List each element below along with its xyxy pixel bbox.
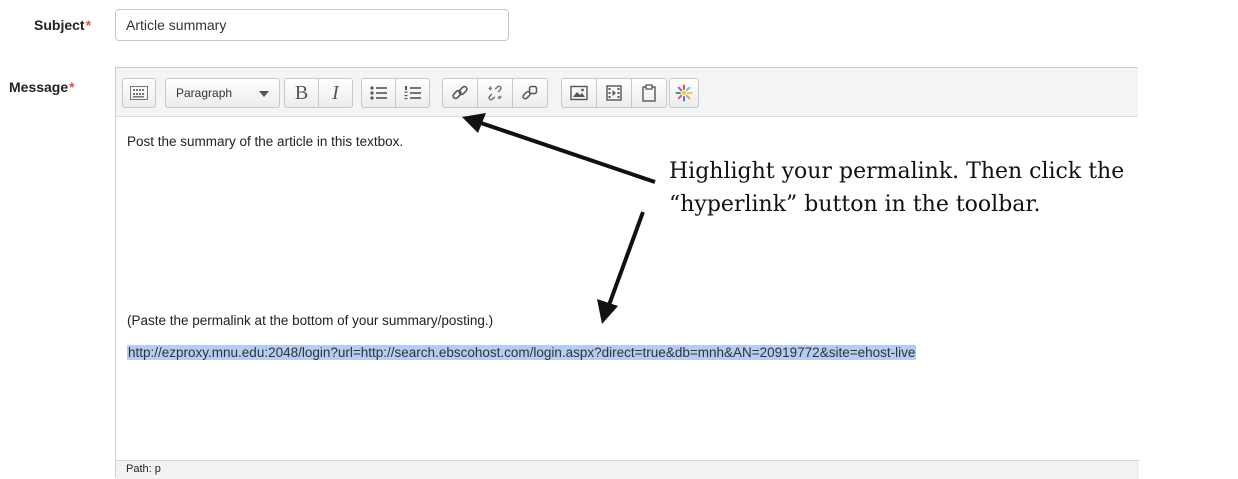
paste-icon <box>641 84 657 102</box>
format-select[interactable]: Paragraph <box>165 78 280 108</box>
unlink-button[interactable] <box>477 78 513 108</box>
path-label: Path: p <box>126 463 161 475</box>
link-icon <box>451 84 469 102</box>
bold-button[interactable]: B <box>284 78 319 108</box>
subject-input[interactable] <box>115 9 509 41</box>
paste-button[interactable] <box>631 78 667 108</box>
autolink-icon <box>521 84 539 102</box>
message-editor: Paragraph B I Post the summary of the ar… <box>115 67 1139 479</box>
italic-button[interactable]: I <box>318 78 353 108</box>
accessibility-checker-button[interactable] <box>669 78 699 108</box>
insert-image-button[interactable] <box>561 78 597 108</box>
bold-icon: B <box>294 81 309 104</box>
insert-media-button[interactable] <box>596 78 632 108</box>
accessibility-icon <box>675 84 693 102</box>
image-icon <box>570 85 588 101</box>
bullet-list-icon <box>369 85 388 101</box>
required-marker: * <box>85 17 92 33</box>
toolbar-toggle-button[interactable] <box>122 78 156 108</box>
required-marker: * <box>69 79 75 95</box>
editor-instruction-text: Post the summary of the article in this … <box>127 134 404 149</box>
unlink-icon <box>486 84 504 102</box>
autolink-button[interactable] <box>512 78 548 108</box>
numbered-list-icon <box>404 85 422 101</box>
chevron-down-icon <box>259 91 269 97</box>
media-icon <box>606 85 622 101</box>
toolbar-toggle-icon <box>130 86 148 100</box>
format-select-value: Paragraph <box>176 86 233 100</box>
italic-icon: I <box>332 81 339 104</box>
editor-path-bar: Path: p <box>116 460 1139 479</box>
numbered-list-button[interactable] <box>395 78 430 108</box>
message-label: Message* <box>9 79 75 95</box>
editor-toolbar: Paragraph B I <box>116 68 1138 117</box>
subject-label: Subject* <box>34 17 92 33</box>
editor-paste-instruction: (Paste the permalink at the bottom of yo… <box>127 313 494 328</box>
permalink-selection[interactable]: http://ezproxy.mnu.edu:2048/login?url=ht… <box>127 345 917 360</box>
hyperlink-button[interactable] <box>442 78 478 108</box>
instruction-annotation: Highlight your permalink. Then click the… <box>669 159 1125 217</box>
bullet-list-button[interactable] <box>361 78 396 108</box>
